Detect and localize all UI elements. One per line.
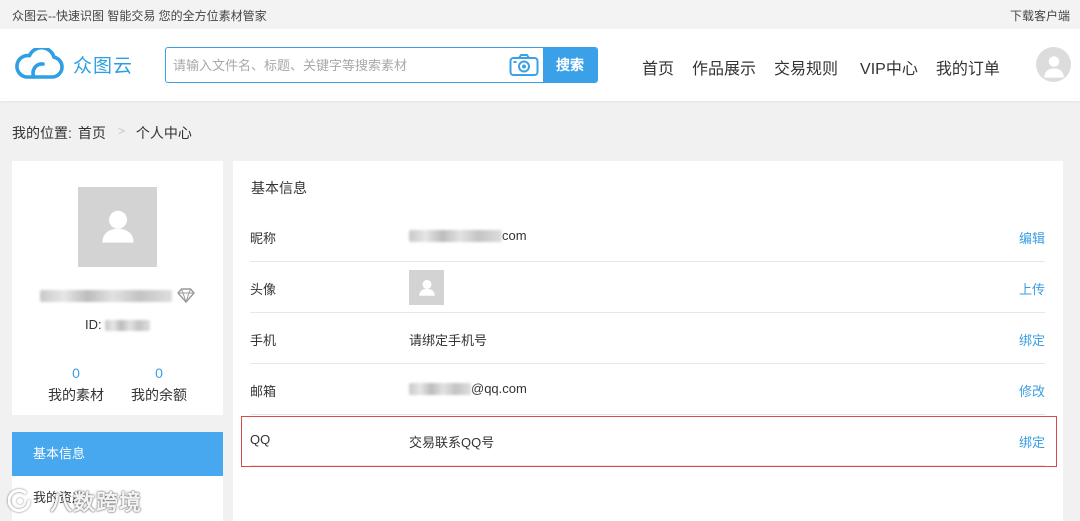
row-label: 手机 bbox=[250, 333, 277, 348]
nav-showcase[interactable]: 作品展示 bbox=[692, 55, 756, 79]
nickname-visible-text: com bbox=[502, 228, 527, 243]
site-slogan: 众图云--快速识图 智能交易 您的全方位素材管家 bbox=[12, 9, 267, 23]
info-row-phone: 手机 请绑定手机号 绑定 bbox=[250, 313, 1045, 364]
breadcrumb-separator: > bbox=[117, 124, 125, 138]
header-user-avatar[interactable] bbox=[1036, 47, 1071, 82]
info-row-nickname: 昵称 com 编辑 bbox=[250, 211, 1045, 262]
breadcrumb: 我的位置: 首页 > 个人中心 bbox=[12, 123, 192, 143]
row-label: QQ bbox=[250, 432, 271, 447]
camera-icon bbox=[509, 54, 539, 76]
top-strip: 众图云--快速识图 智能交易 您的全方位素材管家 下载客户端 bbox=[0, 0, 1080, 29]
stat-value: 0 bbox=[72, 365, 80, 381]
user-id-label: ID: bbox=[85, 317, 102, 332]
breadcrumb-home-link[interactable]: 首页 bbox=[78, 123, 106, 143]
upload-avatar-link[interactable]: 上传 bbox=[1019, 279, 1045, 298]
qq-value: 交易联系QQ号 bbox=[409, 435, 495, 450]
email-visible-text: @qq.com bbox=[471, 381, 527, 396]
row-label: 昵称 bbox=[250, 231, 277, 246]
breadcrumb-prefix: 我的位置: bbox=[12, 125, 72, 141]
bind-phone-link[interactable]: 绑定 bbox=[1019, 330, 1045, 349]
masked-username bbox=[40, 290, 172, 302]
nav-vip-center[interactable]: VIP中心 bbox=[860, 55, 918, 79]
search-button[interactable]: 搜索 bbox=[543, 48, 597, 82]
stat-my-balance[interactable]: 0 我的余额 bbox=[117, 365, 201, 404]
avatar-thumbnail[interactable] bbox=[409, 270, 444, 305]
change-email-link[interactable]: 修改 bbox=[1019, 381, 1045, 400]
site-logo[interactable]: 众图云 bbox=[13, 46, 133, 82]
breadcrumb-current: 个人中心 bbox=[135, 125, 192, 141]
info-row-email: 邮箱 @qq.com 修改 bbox=[250, 364, 1045, 415]
cloud-icon bbox=[15, 48, 64, 79]
main-nav: 首页 作品展示 交易规则 VIP中心 我的订单 bbox=[642, 55, 1018, 79]
nav-my-orders[interactable]: 我的订单 bbox=[936, 55, 1000, 79]
download-client-link[interactable]: 下载客户端 bbox=[1010, 7, 1070, 24]
info-row-qq: QQ 交易联系QQ号 绑定 bbox=[250, 415, 1045, 466]
nickname-value: com bbox=[409, 228, 527, 243]
logo-text: 众图云 bbox=[73, 55, 134, 77]
email-value: @qq.com bbox=[409, 381, 527, 396]
side-nav-my-assets[interactable]: 我的资产 bbox=[12, 476, 223, 520]
profile-card: ID: 0 我的素材 0 我的余额 bbox=[12, 161, 223, 415]
masked-nickname bbox=[409, 229, 502, 242]
side-nav: 基本信息 我的资产 bbox=[12, 432, 223, 521]
stat-value: 0 bbox=[155, 365, 163, 381]
basic-info-panel: 基本信息 昵称 com 编辑 头像 上传 手机 请绑定手机号 绑定 邮箱 @qq… bbox=[233, 161, 1063, 521]
stat-label: 我的余额 bbox=[131, 387, 187, 403]
row-label: 邮箱 bbox=[250, 384, 277, 399]
side-nav-basic-info[interactable]: 基本信息 bbox=[12, 432, 223, 476]
info-row-avatar: 头像 上传 bbox=[250, 262, 1045, 313]
user-placeholder-icon bbox=[418, 279, 435, 296]
masked-email bbox=[409, 382, 471, 395]
row-label: 头像 bbox=[250, 282, 277, 297]
nav-trade-rules[interactable]: 交易规则 bbox=[774, 55, 838, 79]
bind-qq-link[interactable]: 绑定 bbox=[1019, 432, 1045, 451]
nav-home[interactable]: 首页 bbox=[642, 55, 674, 79]
profile-avatar[interactable] bbox=[78, 187, 157, 267]
panel-title: 基本信息 bbox=[251, 180, 307, 196]
site-header: 众图云 搜索 首页 作品展示 交易规则 VIP中心 我的订单 bbox=[0, 29, 1080, 101]
stat-my-materials[interactable]: 0 我的素材 bbox=[34, 365, 118, 404]
image-search-button[interactable] bbox=[505, 48, 543, 82]
diamond-icon bbox=[177, 288, 195, 303]
phone-value: 请绑定手机号 bbox=[409, 333, 488, 348]
user-placeholder-icon bbox=[101, 210, 134, 243]
stat-label: 我的素材 bbox=[48, 387, 104, 403]
user-avatar-icon bbox=[1043, 55, 1064, 78]
info-list: 昵称 com 编辑 头像 上传 手机 请绑定手机号 绑定 邮箱 @qq.com … bbox=[250, 211, 1045, 466]
edit-nickname-link[interactable]: 编辑 bbox=[1019, 228, 1045, 247]
masked-user-id bbox=[105, 320, 150, 331]
search-input[interactable] bbox=[166, 48, 505, 82]
search-bar: 搜索 bbox=[165, 47, 598, 83]
